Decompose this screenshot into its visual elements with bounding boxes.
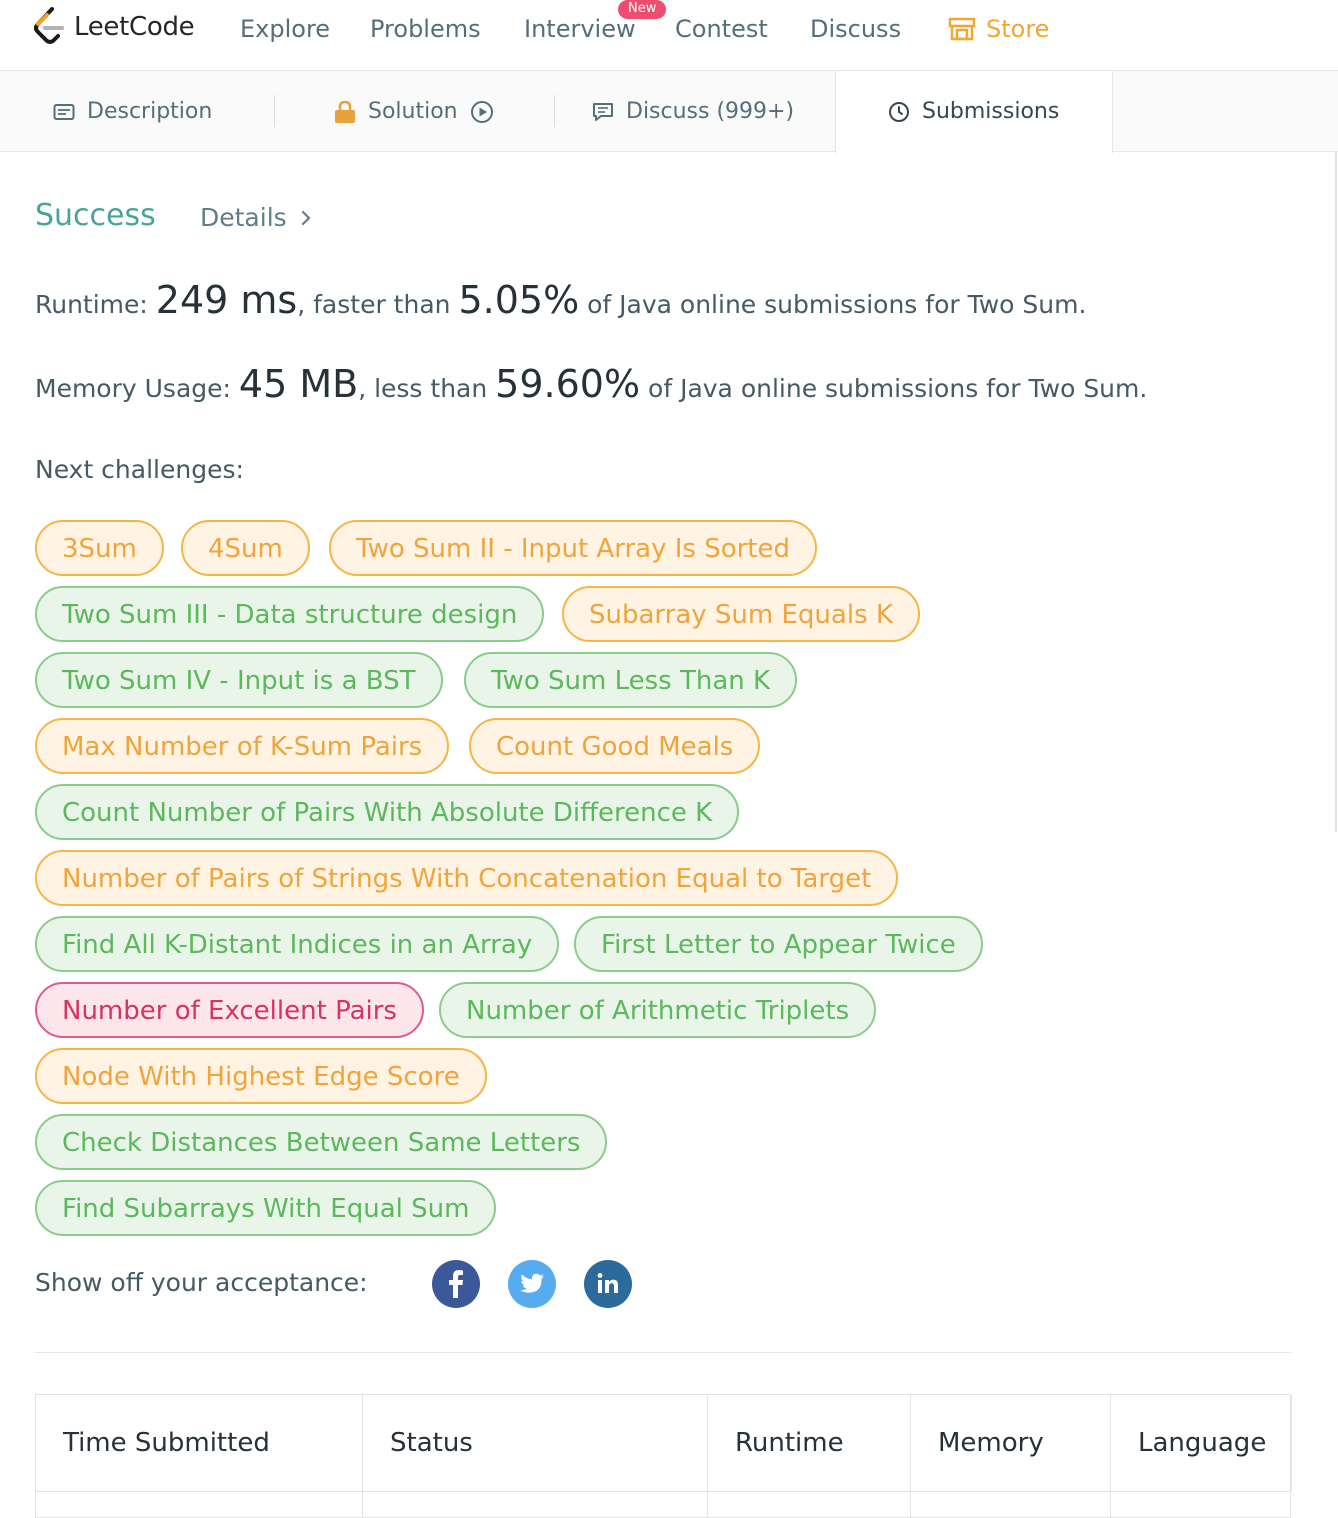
linkedin-share-button[interactable] xyxy=(584,1260,632,1308)
challenge-chip[interactable]: Max Number of K-Sum Pairs xyxy=(35,718,450,774)
memory-stat: Memory Usage: 45 MB, less than 59.60% of… xyxy=(35,362,1147,406)
runtime-percent: 5.05% xyxy=(458,278,580,322)
challenge-chip[interactable]: Two Sum Less Than K xyxy=(464,652,798,708)
section-divider xyxy=(35,1352,1291,1353)
column-header-memory[interactable]: Memory xyxy=(911,1395,1111,1491)
tab-submissions-inner: Submissions xyxy=(888,71,1059,152)
challenge-chip[interactable]: Two Sum IV - Input is a BST xyxy=(35,652,443,708)
tab-solution-label: Solution xyxy=(368,99,458,124)
tab-description-label: Description xyxy=(87,99,213,124)
nav-problems[interactable]: Problems xyxy=(370,12,481,46)
twitter-share-button[interactable] xyxy=(508,1260,556,1308)
table-column-divider xyxy=(910,1491,911,1518)
challenge-chip[interactable]: Count Number of Pairs With Absolute Diff… xyxy=(35,784,740,840)
description-icon xyxy=(53,103,75,120)
runtime-stat: Runtime: 249 ms, faster than 5.05% of Ja… xyxy=(35,278,1086,322)
column-header-runtime[interactable]: Runtime xyxy=(708,1395,911,1491)
challenge-chip[interactable]: Find Subarrays With Equal Sum xyxy=(35,1180,497,1236)
memory-label: Memory Usage: xyxy=(35,374,231,403)
clock-icon xyxy=(889,101,909,122)
challenge-chip[interactable]: Count Good Meals xyxy=(469,718,761,774)
panel-scrollbar[interactable] xyxy=(1335,152,1337,832)
challenge-chip[interactable]: 4Sum xyxy=(181,520,310,576)
memory-suffix: of Java online submissions for Two Sum. xyxy=(640,374,1148,403)
tab-discuss-label: Discuss (999+) xyxy=(626,99,795,124)
chevron-right-icon xyxy=(301,210,310,225)
table-column-divider xyxy=(707,1491,708,1518)
challenge-chip[interactable]: Subarray Sum Equals K xyxy=(562,586,920,642)
tab-submissions-label: Submissions xyxy=(922,99,1060,124)
challenge-chip[interactable]: Number of Pairs of Strings With Concaten… xyxy=(35,850,899,906)
table-column-divider xyxy=(1110,1491,1111,1518)
leetcode-logo-icon xyxy=(34,7,64,44)
challenge-chip[interactable]: Check Distances Between Same Letters xyxy=(35,1114,608,1170)
nav-store[interactable]: Store xyxy=(948,12,1049,46)
problem-tabbar: Description Solution Discuss (999+) xyxy=(0,71,1338,152)
column-header-language[interactable]: Language xyxy=(1111,1395,1292,1491)
brand-name: LeetCode xyxy=(74,12,195,42)
memory-value: 45 MB xyxy=(238,362,359,406)
store-label: Store xyxy=(986,15,1050,43)
challenge-chip[interactable]: Two Sum II - Input Array Is Sorted xyxy=(329,520,817,576)
nav-explore[interactable]: Explore xyxy=(240,12,330,46)
result-status: Success xyxy=(35,198,156,233)
runtime-suffix: of Java online submissions for Two Sum. xyxy=(579,290,1087,319)
tab-solution[interactable]: Solution xyxy=(334,71,494,152)
play-circle-icon xyxy=(470,100,493,123)
challenge-chip[interactable]: First Letter to Appear Twice xyxy=(574,916,983,972)
tab-description[interactable]: Description xyxy=(53,71,212,152)
new-badge: New xyxy=(618,0,667,19)
runtime-value: 249 ms xyxy=(155,278,298,322)
leetcode-logo[interactable]: LeetCode xyxy=(32,6,195,48)
challenge-chip[interactable]: 3Sum xyxy=(35,520,164,576)
column-header-status[interactable]: Status xyxy=(363,1395,708,1491)
runtime-comparison: , faster than xyxy=(297,290,459,319)
challenge-chip[interactable]: Node With Highest Edge Score xyxy=(35,1048,487,1104)
tab-discuss[interactable]: Discuss (999+) xyxy=(592,71,794,152)
challenge-chip[interactable]: Find All K-Distant Indices in an Array xyxy=(35,916,560,972)
nav-discuss[interactable]: Discuss xyxy=(810,12,901,46)
next-challenges-title: Next challenges: xyxy=(35,455,244,484)
submissions-table: Time Submitted Status Runtime Memory Lan… xyxy=(35,1394,1292,1518)
comment-icon xyxy=(593,102,613,121)
facebook-icon xyxy=(449,1270,463,1298)
details-link[interactable]: Details xyxy=(200,203,311,232)
lock-icon xyxy=(335,100,355,123)
challenge-chip[interactable]: Number of Arithmetic Triplets xyxy=(439,982,877,1038)
nav-contest[interactable]: Contest xyxy=(675,12,768,46)
share-label: Show off your acceptance: xyxy=(35,1268,368,1297)
store-icon xyxy=(948,17,976,41)
memory-comparison: , less than xyxy=(358,374,496,403)
top-navbar: LeetCode Explore Problems Interview New … xyxy=(0,0,1338,71)
runtime-label: Runtime: xyxy=(35,290,148,319)
details-label: Details xyxy=(200,203,287,232)
nav-interview[interactable]: Interview xyxy=(524,12,636,46)
column-header-time-submitted[interactable]: Time Submitted xyxy=(36,1395,363,1491)
twitter-icon xyxy=(520,1273,544,1293)
facebook-share-button[interactable] xyxy=(432,1260,480,1308)
challenge-chip[interactable]: Two Sum III - Data structure design xyxy=(35,586,545,642)
tab-separator xyxy=(554,95,555,127)
memory-percent: 59.60% xyxy=(495,362,641,406)
challenge-chip[interactable]: Number of Excellent Pairs xyxy=(35,982,424,1038)
tab-submissions[interactable]: Submissions xyxy=(835,71,1113,153)
linkedin-icon xyxy=(597,1273,618,1293)
tab-separator xyxy=(274,95,275,127)
table-column-divider xyxy=(362,1491,363,1518)
table-row-divider xyxy=(36,1491,1290,1492)
